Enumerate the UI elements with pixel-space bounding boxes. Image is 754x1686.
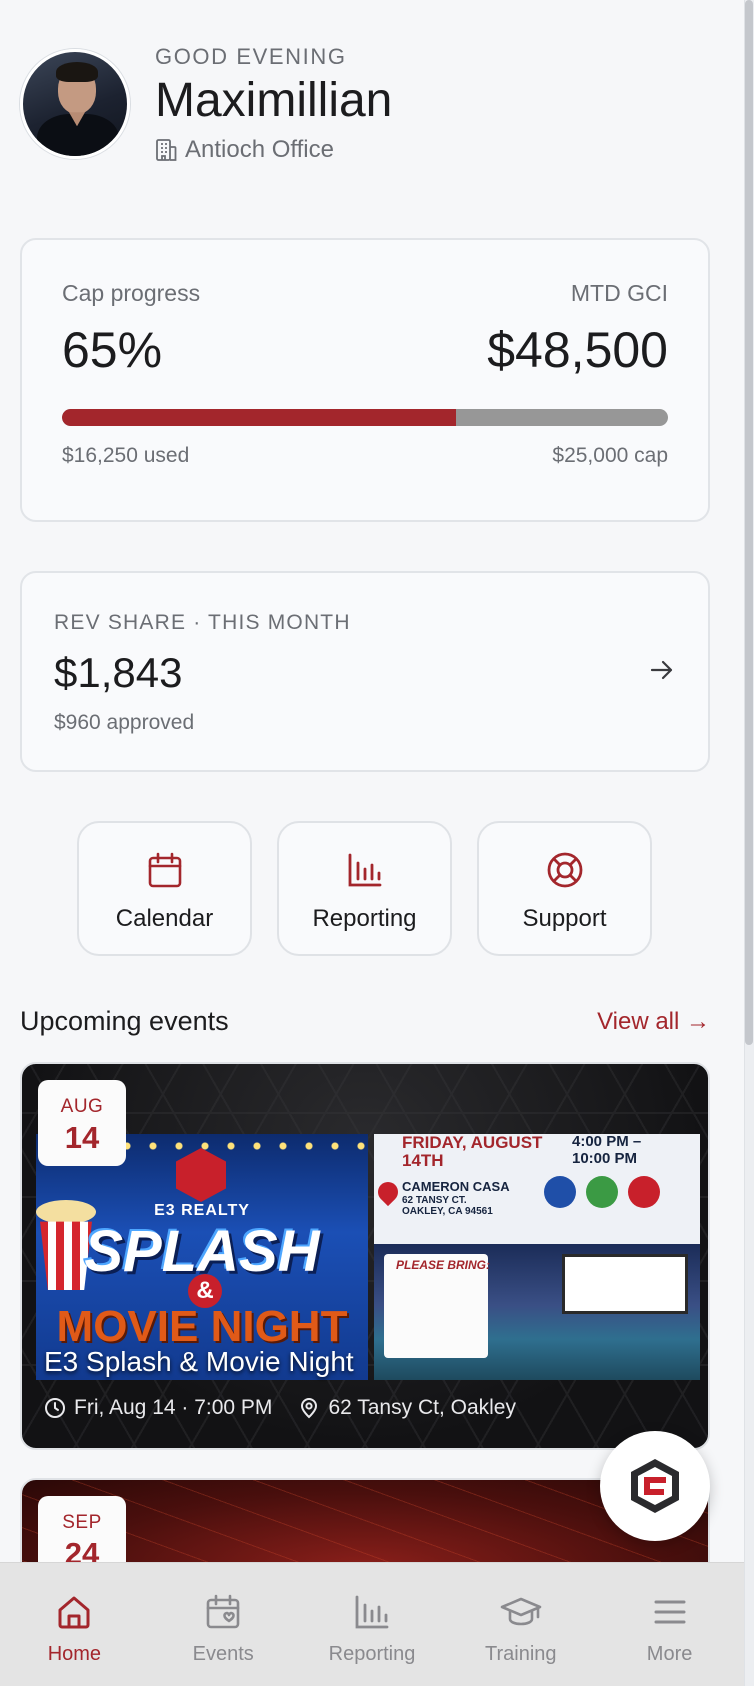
calendar-heart-icon [206,1594,240,1629]
poster-address-2: OAKLEY, CA 94561 [402,1206,493,1218]
poster-address-1: 62 TANSY CT. [402,1194,467,1206]
rev-share-value: $1,843 [54,649,183,696]
cap-progress-fill [62,409,456,426]
support-label: Support [522,905,607,932]
arrow-right-icon[interactable] [648,656,676,684]
mtd-gci-label: MTD GCI [570,280,668,306]
reporting-button[interactable]: Reporting [277,821,452,956]
calendar-label: Calendar [115,905,214,932]
nav-reporting-label: Reporting [328,1643,416,1665]
bottom-navigation: Home Events Reporting Training More [0,1562,744,1686]
lifebuoy-icon [547,852,582,888]
cap-progress-bar [62,409,668,426]
calendar-icon [148,852,181,888]
poster-date: FRIDAY, AUGUST 14TH [402,1134,543,1170]
event-title: E3 Splash & Movie Night [44,1346,354,1377]
cap-progress-card[interactable]: Cap progress 65% MTD GCI $48,500 $16,250… [20,238,710,522]
profile-header: GOOD EVENING Maximillian Antioch Office [20,44,392,164]
greeting: GOOD EVENING [155,44,347,69]
event-day: 14 [64,1120,100,1155]
nav-more-label: More [646,1643,693,1665]
home-icon [58,1596,90,1629]
cap-percent: 65% [62,322,163,378]
cap-progress-label: Cap progress [62,280,201,306]
e3-logo-icon [176,1148,226,1202]
scrollbar[interactable] [744,0,754,1686]
e3-logo-icon [631,1459,679,1513]
cap-used: $16,250 used [62,444,190,467]
location-pin-icon [301,1398,318,1419]
nav-home[interactable]: Home [9,1593,139,1666]
nav-training-label: Training [485,1643,557,1665]
nav-more[interactable]: More [605,1593,735,1666]
upcoming-events-header: Upcoming events View all → [20,1006,710,1037]
rev-share-label: REV SHARE · THIS MONTH [54,611,351,634]
event-month: SEP [62,1512,102,1533]
scrollbar-thumb[interactable] [745,0,753,1045]
event-date-badge: AUG 14 [38,1080,126,1166]
popcorn-circle-icon [628,1176,660,1208]
poster-bring: PLEASE BRING: [396,1258,491,1272]
nav-events-label: Events [192,1643,254,1665]
clock-icon [45,1398,65,1418]
upcoming-events-title: Upcoming events [20,1006,229,1036]
map-pin-icon [374,1177,403,1207]
reporting-label: Reporting [312,905,417,932]
bar-chart-icon [348,853,381,887]
event-card-splash-movie-night[interactable]: E3 REALTY SPLASH & MOVIE NIGHT FRIDAY, A… [20,1062,710,1450]
calendar-button[interactable]: Calendar [77,821,252,956]
nav-reporting[interactable]: Reporting [307,1593,437,1666]
nav-home-label: Home [47,1643,102,1665]
cap-total: $25,000 cap [552,444,668,467]
avatar[interactable] [20,49,130,160]
poster-venue-block: CAMERON CASA 62 TANSY CT. OAKLEY, CA 945… [402,1179,532,1218]
home-screen: GOOD EVENING Maximillian Antioch Office … [0,0,754,1686]
movie-screen-graphic [562,1254,688,1314]
event-when: Fri, Aug 14 · 7:00 PM [74,1396,273,1419]
rev-share-card[interactable]: REV SHARE · THIS MONTH $1,843 $960 appro… [20,571,710,772]
support-button[interactable]: Support [477,821,652,956]
poster-movie-night: MOVIE NIGHT [56,1302,348,1351]
office-line: Antioch Office [155,136,392,164]
nav-events[interactable]: Events [158,1593,288,1666]
e3-logo-fab[interactable] [600,1431,710,1541]
office-name: Antioch Office [185,136,334,164]
view-all-link[interactable]: View all → [597,1008,710,1036]
graduation-cap-icon [500,1597,542,1626]
event-meta: Fri, Aug 14 · 7:00 PM 62 Tansy Ct, Oakle… [44,1396,516,1420]
event-poster-right: FRIDAY, AUGUST 14TH 4:00 PM – 10:00 PM C… [374,1134,700,1380]
poster-time: 4:00 PM – 10:00 PM [572,1134,642,1167]
building-icon [156,139,177,162]
menu-icon [654,1600,686,1624]
quick-actions: Calendar Reporting Support [77,821,652,956]
header-text: GOOD EVENING Maximillian Antioch Office [155,44,392,164]
movie-icon [586,1176,618,1208]
mtd-gci-value: $48,500 [487,322,668,378]
swim-icon [544,1176,576,1208]
user-name: Maximillian [155,74,393,127]
event-month: AUG [60,1096,104,1117]
event-where: 62 Tansy Ct, Oakley [328,1396,516,1419]
bar-chart-icon [355,1595,389,1629]
event-poster-left: E3 REALTY SPLASH & MOVIE NIGHT [36,1134,368,1380]
nav-training[interactable]: Training [456,1593,586,1666]
rev-share-approved: $960 approved [54,711,195,734]
poster-venue: CAMERON CASA [402,1179,510,1194]
